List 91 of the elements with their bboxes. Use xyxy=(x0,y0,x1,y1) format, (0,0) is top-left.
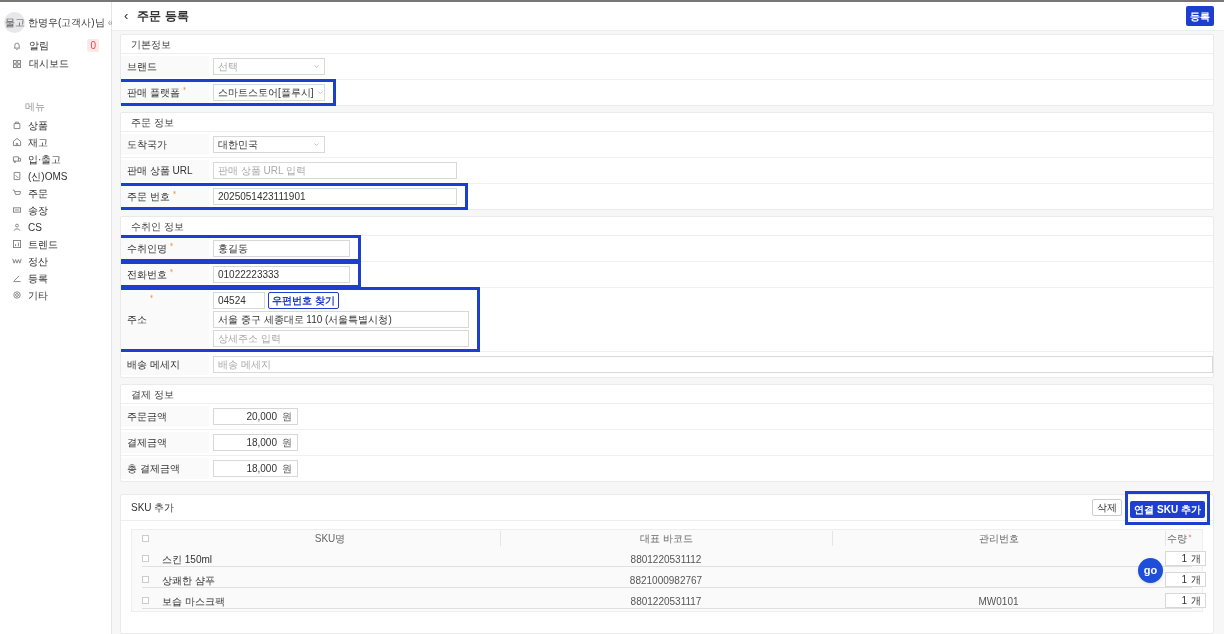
pen-icon xyxy=(12,273,22,283)
quantity-field[interactable]: 1 개 xyxy=(1165,571,1206,587)
select-field[interactable]: 스마트스토어[플루시] xyxy=(213,84,325,101)
section-title: 기본정보 xyxy=(131,37,171,52)
menu-item[interactable]: 정산 xyxy=(12,254,111,268)
column-header: 대표 바코드 xyxy=(640,531,693,546)
menu-item[interactable]: 등록 xyxy=(12,271,111,285)
table-cell: 8801220531112 xyxy=(630,554,702,565)
field-label: 전화번호 xyxy=(127,268,167,282)
delete-button[interactable]: 삭제 xyxy=(1092,499,1123,516)
postal-code-field[interactable]: 04524 xyxy=(213,292,265,309)
field-label: 주문금액 xyxy=(127,410,167,424)
column-header: SKU명 xyxy=(314,531,346,546)
section-title: 수취인 정보 xyxy=(131,219,184,234)
menu-item[interactable]: 재고 xyxy=(12,135,111,149)
user-name: 한명우(고객사)님 xyxy=(28,15,105,30)
menu-item[interactable]: 상품 xyxy=(12,118,111,132)
cart-icon xyxy=(12,188,22,198)
input-field[interactable]: 판매 상품 URL 입력 xyxy=(213,162,457,179)
section-title: SKU 추가 xyxy=(131,501,176,515)
card-icon xyxy=(12,205,22,215)
field-label: 도착국가 xyxy=(127,138,167,152)
detail-address-field[interactable]: 상세주소 입력 xyxy=(213,330,469,347)
field-label: 총 결제금액 xyxy=(127,462,180,476)
column-header: 수량 xyxy=(1166,531,1187,546)
menu-item[interactable]: 송장 xyxy=(12,203,111,217)
chart-icon xyxy=(12,239,22,249)
zigzag-icon xyxy=(12,256,22,266)
postal-search-button[interactable]: 우편번호 찾기 xyxy=(268,292,339,309)
menu-heading: 메뉴 xyxy=(24,100,46,114)
user-avatar: 물고 xyxy=(4,11,25,33)
menu-item[interactable]: 주문 xyxy=(12,186,111,200)
checkbox[interactable] xyxy=(142,575,149,583)
menu-item[interactable]: CS xyxy=(12,220,111,234)
field-label: 주문 번호 xyxy=(127,190,170,204)
page-title: 주문 등록 xyxy=(137,8,190,25)
input-field[interactable]: 01022223333 xyxy=(213,266,350,283)
field-label: 수취인명 xyxy=(127,242,167,256)
checkbox[interactable] xyxy=(142,554,149,562)
back-button[interactable]: ‹ xyxy=(124,6,129,26)
required-icon xyxy=(171,190,177,195)
input-field[interactable]: 홍길동 xyxy=(213,240,350,257)
menu-item[interactable]: 입·출고 xyxy=(12,152,111,166)
table-cell-text: 보습 마스크팩 xyxy=(161,596,225,607)
user-icon xyxy=(12,222,22,232)
count-badge: 0 xyxy=(87,39,99,52)
add-sku-button[interactable]: 연결 SKU 추가 xyxy=(1130,500,1205,518)
field-label: 주소 xyxy=(127,313,147,327)
quantity-field[interactable]: 1 개 xyxy=(1165,550,1206,566)
grid-icon xyxy=(12,58,22,69)
section-title: 주문 정보 xyxy=(131,115,174,130)
field-label: 브랜드 xyxy=(127,60,157,74)
quantity-field[interactable]: 1 개 xyxy=(1165,592,1206,608)
table-cell: MW0101 xyxy=(978,596,1019,607)
table-cell: 8821000982767 xyxy=(629,575,703,586)
field-label: 결제금액 xyxy=(127,436,167,450)
checkbox[interactable] xyxy=(142,534,149,542)
chevron-icon xyxy=(313,63,320,70)
truck-icon xyxy=(12,154,22,164)
table-cell-text: 스킨 150ml xyxy=(161,554,212,565)
sidebar-item[interactable]: 알림 0 xyxy=(12,38,99,53)
input-field[interactable]: 2025051423111901 xyxy=(213,188,457,205)
amount-field[interactable]: 18,000 원 xyxy=(213,434,298,451)
column-header: 관리번호 xyxy=(979,531,1019,546)
table-cell: 8801220531117 xyxy=(630,596,702,607)
input-field[interactable]: 배송 메세지 xyxy=(213,356,1213,373)
amount-field[interactable]: 18,000 원 xyxy=(213,460,298,477)
section-title: 결제 정보 xyxy=(131,387,174,402)
required-icon xyxy=(169,268,174,273)
amount-field[interactable]: 20,000 원 xyxy=(213,408,298,425)
menu-item[interactable]: (신)OMS xyxy=(12,169,111,183)
field-label: 판매 플랫폼 xyxy=(127,86,180,100)
field-label: 배송 메세지 xyxy=(127,358,180,372)
settings-icon xyxy=(12,290,22,300)
chevron-icon xyxy=(313,141,320,148)
sidebar-item[interactable]: 대시보드 xyxy=(12,56,99,71)
table-cell-text: 상쾌한 샴푸 xyxy=(161,575,215,586)
required-icon xyxy=(181,86,187,91)
select-field[interactable]: 대한민국 xyxy=(213,136,325,153)
required-icon xyxy=(169,242,174,247)
menu-item[interactable]: 기타 xyxy=(12,288,111,302)
register-button[interactable]: 등록 xyxy=(1186,6,1214,26)
required-icon xyxy=(149,294,154,299)
chevron-icon xyxy=(316,89,324,96)
address-field[interactable]: 서울 중구 세종대로 110 (서울특별시청) xyxy=(213,311,469,328)
checkbox[interactable] xyxy=(142,596,149,604)
bag-icon xyxy=(12,120,22,130)
field-label: 판매 상품 URL xyxy=(127,164,193,178)
menu-item[interactable]: 트렌드 xyxy=(12,237,111,251)
bell-icon xyxy=(12,40,22,51)
house-icon xyxy=(12,137,22,147)
